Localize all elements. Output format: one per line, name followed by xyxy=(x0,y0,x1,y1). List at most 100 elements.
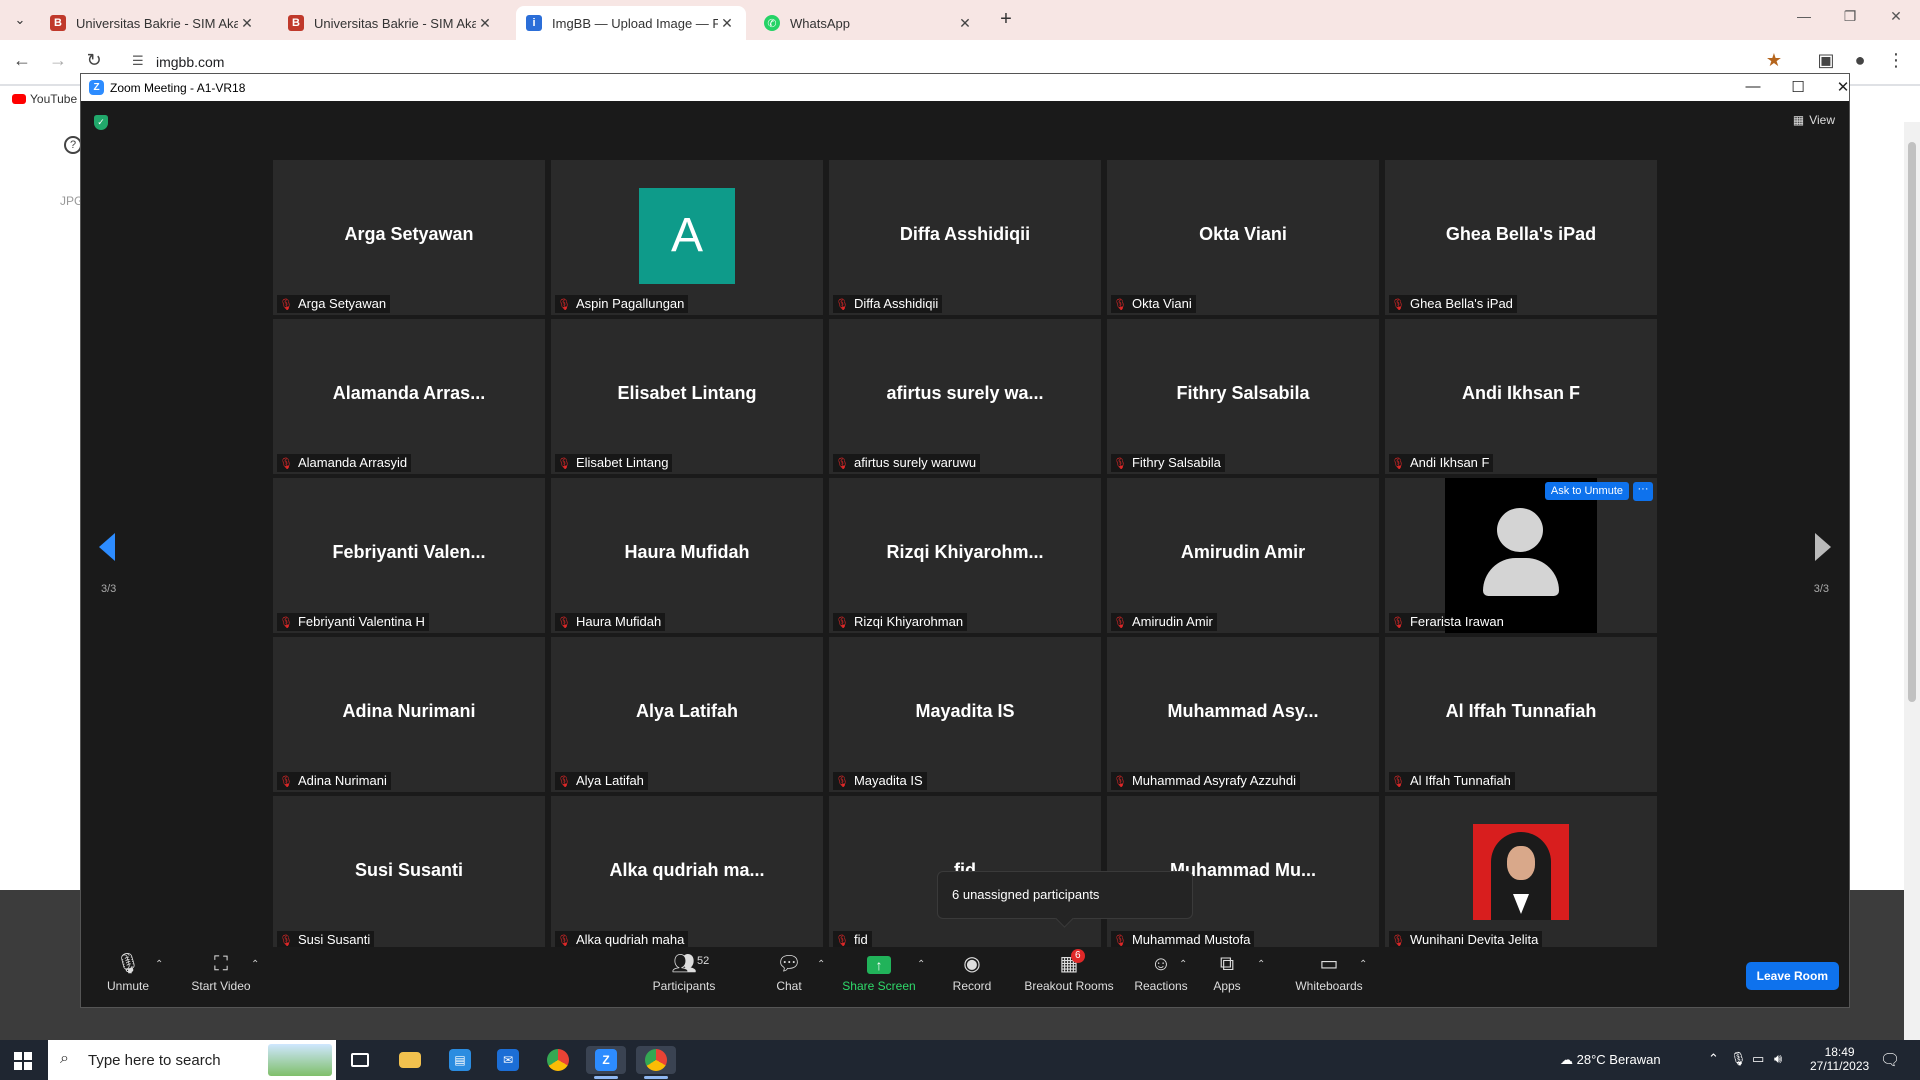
reactions-button[interactable]: ☺ Reactions xyxy=(1131,951,1191,993)
participant-tile[interactable]: Adina Nurimani 🎙︎ Adina Nurimani xyxy=(273,637,545,792)
weather-widget[interactable]: ☁ 28°C Berawan xyxy=(1560,1052,1661,1068)
file-explorer-icon[interactable] xyxy=(390,1046,430,1074)
start-video-button[interactable]: ⛶ Start Video xyxy=(183,951,259,993)
zoom-minimize-icon[interactable]: — xyxy=(1738,78,1768,95)
participant-tile[interactable]: Rizqi Khiyarohm... 🎙︎ Rizqi Khiyarohman xyxy=(829,478,1101,633)
participant-tile[interactable]: A 🎙︎ Aspin Pagallungan xyxy=(551,160,823,315)
chat-button[interactable]: 💬︎ Chat xyxy=(767,951,811,993)
zoom-maximize-icon[interactable]: ☐ xyxy=(1783,78,1813,96)
notifications-icon[interactable]: 🗨︎ xyxy=(1880,1050,1900,1070)
participant-tile[interactable]: Alya Latifah 🎙︎ Alya Latifah xyxy=(551,637,823,792)
volume-icon[interactable]: 🔊︎ xyxy=(1774,1051,1782,1067)
chrome-active-icon[interactable] xyxy=(636,1046,676,1079)
participant-tile[interactable]: Amirudin Amir 🎙︎ Amirudin Amir xyxy=(1107,478,1379,633)
university-favicon-icon: B xyxy=(50,15,66,31)
network-icon[interactable]: ▭ xyxy=(1752,1051,1764,1067)
participant-tile[interactable]: Elisabet Lintang 🎙︎ Elisabet Lintang xyxy=(551,319,823,474)
more-options-button[interactable]: ··· xyxy=(1633,482,1653,501)
chat-options-chevron-icon[interactable]: ⌃ xyxy=(817,959,825,970)
participant-name-label: 🎙︎ Aspin Pagallungan xyxy=(555,295,689,313)
participant-tile[interactable]: Al Iffah Tunnafiah 🎙︎ Al Iffah Tunnafiah xyxy=(1385,637,1657,792)
participant-tile[interactable]: afirtus surely wa... 🎙︎ afirtus surely wa… xyxy=(829,319,1101,474)
participant-tile[interactable]: Alamanda Arras... 🎙︎ Alamanda Arrasyid xyxy=(273,319,545,474)
participant-tile[interactable]: Alka qudriah ma... 🎙︎ Alka qudriah maha xyxy=(551,796,823,951)
share-screen-button[interactable]: ↑ Share Screen xyxy=(841,951,917,993)
page-indicator-left: 3/3 xyxy=(101,583,117,595)
participant-tile[interactable]: Muhammad Asy... 🎙︎ Muhammad Asyrafy Azzuh… xyxy=(1107,637,1379,792)
whiteboards-button[interactable]: ▭ Whiteboards xyxy=(1287,951,1371,993)
back-icon[interactable]: ← xyxy=(10,50,34,71)
participant-display-name: Okta Viani xyxy=(1199,224,1287,244)
close-tab-icon[interactable]: ✕ xyxy=(718,15,736,32)
encryption-shield-icon[interactable]: ✓ xyxy=(94,115,108,130)
microphone-tray-icon[interactable]: 🎙︎ xyxy=(1730,1051,1747,1067)
new-tab-icon[interactable]: + xyxy=(992,8,1020,32)
chrome-icon[interactable] xyxy=(538,1046,578,1074)
participant-profile-photo xyxy=(1473,824,1569,920)
tray-chevron-icon[interactable]: ⌃ xyxy=(1708,1051,1719,1067)
participant-name-label: 🎙︎ Alamanda Arrasyid xyxy=(277,454,412,472)
whiteboards-chevron-icon[interactable]: ⌃ xyxy=(1359,959,1367,970)
minimize-icon[interactable]: — xyxy=(1784,8,1824,24)
share-options-chevron-icon[interactable]: ⌃ xyxy=(917,959,925,970)
participant-tile[interactable]: Mayadita IS 🎙︎ Mayadita IS xyxy=(829,637,1101,792)
breakout-rooms-button[interactable]: ▦ Breakout Rooms xyxy=(1019,951,1119,993)
forward-icon[interactable]: → xyxy=(46,50,70,71)
ask-to-unmute-button[interactable]: Ask to Unmute xyxy=(1544,482,1629,500)
bookmark-star-icon[interactable]: ★ xyxy=(1762,50,1786,71)
menu-kebab-icon[interactable]: ⋮ xyxy=(1884,50,1908,71)
mail-icon[interactable]: ✉ xyxy=(488,1046,528,1074)
reactions-chevron-icon[interactable]: ⌃ xyxy=(1179,959,1187,970)
participant-tile[interactable]: Diffa Asshidiqii 🎙︎ Diffa Asshidiqii xyxy=(829,160,1101,315)
close-tab-icon[interactable]: ✕ xyxy=(238,15,256,32)
participant-tile[interactable]: Febriyanti Valen... 🎙︎ Febriyanti Valenti… xyxy=(273,478,545,633)
bookmark-youtube[interactable]: YouTube xyxy=(12,92,77,106)
close-window-icon[interactable]: ✕ xyxy=(1876,8,1916,25)
participant-tile[interactable]: Haura Mufidah 🎙︎ Haura Mufidah xyxy=(551,478,823,633)
zoom-close-icon[interactable]: ✕ xyxy=(1828,78,1858,96)
participant-tile[interactable]: Susi Susanti 🎙︎ Susi Susanti xyxy=(273,796,545,951)
unmute-button[interactable]: 🎙︎ Unmute xyxy=(101,951,155,993)
tab-title: ImgBB — Upload Image — Free xyxy=(552,15,718,31)
participant-tile[interactable]: Fithry Salsabila 🎙︎ Fithry Salsabila xyxy=(1107,319,1379,474)
participant-tile-hovered[interactable]: Ask to Unmute ··· 🎙︎ Ferarista Irawan xyxy=(1385,478,1657,633)
participants-count: 52 xyxy=(697,955,710,967)
clock[interactable]: 18:49 27/11/2023 xyxy=(1810,1045,1869,1073)
previous-page-icon[interactable] xyxy=(99,533,115,561)
close-tab-icon[interactable]: ✕ xyxy=(956,15,974,32)
windows-start-icon[interactable] xyxy=(14,1052,32,1070)
participant-tile[interactable]: Okta Viani 🎙︎ Okta Viani xyxy=(1107,160,1379,315)
close-tab-icon[interactable]: ✕ xyxy=(476,15,494,32)
participant-tile[interactable]: Andi Ikhsan F 🎙︎ Andi Ikhsan F xyxy=(1385,319,1657,474)
participant-tile[interactable]: 🎙︎ Wunihani Devita Jelita xyxy=(1385,796,1657,951)
side-panel-icon[interactable]: ▣ xyxy=(1814,50,1838,71)
restore-icon[interactable]: ❐ xyxy=(1830,8,1870,25)
tab-imgbb[interactable]: i ImgBB — Upload Image — Free ✕ xyxy=(516,6,746,40)
video-options-chevron-icon[interactable]: ⌃ xyxy=(251,959,259,970)
tab-search-chevron-icon[interactable]: ⌄ xyxy=(8,8,32,32)
task-view-icon[interactable] xyxy=(340,1046,380,1074)
record-button[interactable]: ◉ Record xyxy=(947,951,997,993)
profile-icon[interactable]: ● xyxy=(1848,50,1872,71)
participant-display-name: Al Iffah Tunnafiah xyxy=(1445,701,1597,721)
leave-room-button[interactable]: Leave Room xyxy=(1745,962,1839,990)
participants-button[interactable]: 👥︎ Participants xyxy=(647,951,721,993)
apps-chevron-icon[interactable]: ⌃ xyxy=(1257,959,1265,970)
microsoft-store-icon[interactable]: ▤ xyxy=(440,1046,480,1074)
participant-display-name: Febriyanti Valen... xyxy=(332,542,486,562)
tab-whatsapp[interactable]: ✆ WhatsApp ✕ xyxy=(754,6,984,40)
zoom-taskbar-icon[interactable]: Z xyxy=(586,1046,626,1079)
view-button[interactable]: ▦ View xyxy=(1793,113,1835,127)
tab-sim-akademik-1[interactable]: B Universitas Bakrie - SIM Akader ✕ xyxy=(40,6,266,40)
reload-icon[interactable]: ↻ xyxy=(82,50,106,71)
taskbar-search-box[interactable]: ⌕ Type here to search xyxy=(48,1040,336,1080)
page-scrollbar[interactable] xyxy=(1904,122,1920,1042)
audio-options-chevron-icon[interactable]: ⌃ xyxy=(155,959,163,970)
muted-mic-icon: 🎙︎ xyxy=(557,458,571,470)
participant-tile[interactable]: Ghea Bella's iPad 🎙︎ Ghea Bella's iPad xyxy=(1385,160,1657,315)
apps-button[interactable]: ⧉ Apps xyxy=(1209,951,1245,993)
site-info-icon[interactable]: ☰ xyxy=(132,53,144,69)
next-page-icon[interactable] xyxy=(1815,533,1831,561)
tab-sim-akademik-2[interactable]: B Universitas Bakrie - SIM Akader ✕ xyxy=(278,6,504,40)
participant-tile[interactable]: Arga Setyawan 🎙︎ Arga Setyawan xyxy=(273,160,545,315)
